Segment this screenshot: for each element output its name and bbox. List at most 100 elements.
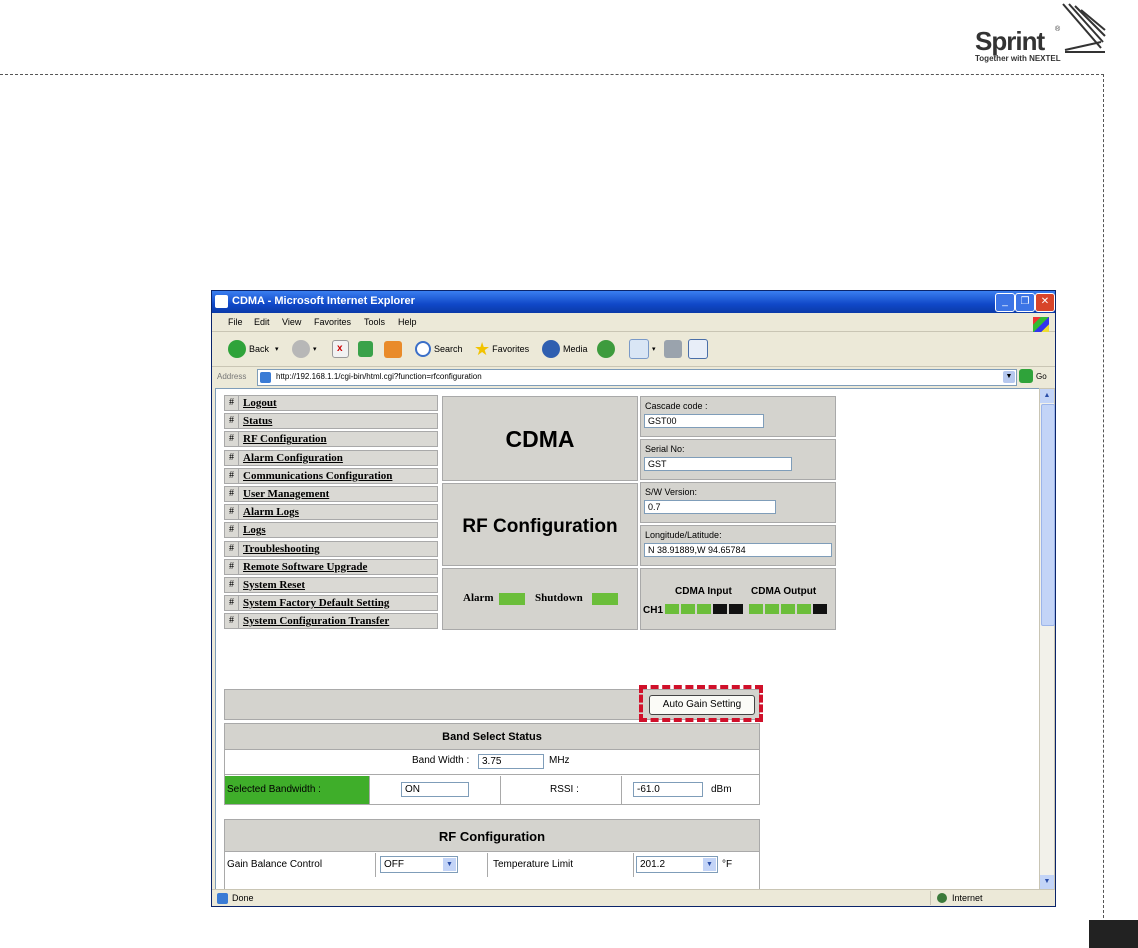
nav-item-status[interactable]: # Status	[224, 413, 438, 430]
close-button[interactable]: ✕	[1035, 293, 1055, 312]
serial-input[interactable]: GST	[644, 457, 792, 471]
mail-button[interactable]: ▾	[629, 339, 656, 359]
history-icon	[597, 340, 615, 358]
sprint-logo: Sprint ® Together with NEXTEL	[975, 2, 1110, 66]
shutdown-led	[592, 593, 618, 605]
nav-link[interactable]: Logs	[243, 524, 266, 536]
cell-divider	[633, 853, 634, 877]
go-button[interactable]: Go	[1019, 369, 1047, 383]
scroll-down-icon[interactable]: ▼	[1040, 875, 1054, 889]
nav-hash: #	[225, 523, 239, 538]
cdma-io-panel: CDMA Input CDMA Output CH1	[640, 568, 836, 630]
nav-link[interactable]: RF Configuration	[243, 433, 327, 445]
search-button[interactable]: Search	[415, 339, 463, 359]
home-button[interactable]	[384, 339, 405, 359]
stop-button[interactable]: x	[332, 339, 352, 359]
nav-link[interactable]: Logout	[243, 397, 277, 409]
band-width-unit: MHz	[549, 755, 570, 766]
nav-hash: #	[225, 432, 239, 447]
nav-item-logout[interactable]: # Logout	[224, 395, 438, 411]
auto-gain-bar: Auto Gain Setting	[224, 685, 763, 722]
nav-link[interactable]: Remote Software Upgrade	[243, 561, 367, 573]
cell-divider	[487, 853, 488, 877]
sw-version-input[interactable]: 0.7	[644, 500, 776, 514]
forward-button[interactable]: ▾	[292, 339, 317, 359]
nav-hash: #	[225, 468, 239, 483]
nav-item-config-transfer[interactable]: # System Configuration Transfer	[224, 613, 438, 630]
temperature-unit: °F	[722, 859, 733, 870]
selected-bandwidth-input[interactable]: ON	[401, 782, 469, 797]
print-button[interactable]	[664, 339, 685, 359]
nav-link[interactable]: Alarm Configuration	[243, 452, 343, 464]
page-done-icon	[217, 893, 228, 904]
gain-balance-select[interactable]: OFF ▼	[380, 856, 458, 873]
scroll-thumb[interactable]	[1041, 404, 1055, 626]
nav-item-troubleshooting[interactable]: # Troubleshooting	[224, 540, 438, 557]
nav-link[interactable]: Troubleshooting	[243, 543, 320, 555]
nav-hash: #	[225, 396, 239, 410]
nav-link[interactable]: Alarm Logs	[243, 506, 299, 518]
edit-button[interactable]	[688, 339, 711, 359]
back-button[interactable]: Back ▾	[228, 339, 279, 359]
favorites-button[interactable]: ★ Favorites	[474, 339, 529, 359]
nav-link[interactable]: User Management	[243, 488, 329, 500]
chevron-down-icon[interactable]: ▼	[703, 858, 716, 871]
forward-arrow-icon	[292, 340, 310, 358]
nav-link[interactable]: System Factory Default Setting	[243, 597, 389, 609]
nav-item-logs[interactable]: # Logs	[224, 522, 438, 539]
refresh-button[interactable]	[358, 339, 376, 359]
search-label: Search	[434, 344, 463, 354]
nav-link[interactable]: System Reset	[243, 579, 305, 591]
edit-page-icon	[688, 339, 708, 359]
menu-view[interactable]: View	[282, 317, 301, 327]
nav-hash: #	[225, 414, 239, 429]
output-led	[749, 604, 763, 615]
nav-item-remote-software-upgrade[interactable]: # Remote Software Upgrade	[224, 558, 438, 575]
cascade-input[interactable]: GST00	[644, 414, 764, 428]
vertical-scrollbar[interactable]: ▲ ▼	[1039, 388, 1055, 890]
nav-link[interactable]: System Configuration Transfer	[243, 615, 389, 627]
menu-tools[interactable]: Tools	[364, 317, 385, 327]
rf-config-table: RF Configuration Gain Balance Control OF…	[224, 819, 760, 889]
lonlat-label: Longitude/Latitude:	[645, 530, 722, 540]
address-input[interactable]: http://192.168.1.1/cgi-bin/html.cgi?func…	[257, 369, 1017, 386]
nav-item-rf-configuration[interactable]: # RF Configuration	[224, 431, 438, 448]
home-icon	[384, 340, 402, 358]
history-button[interactable]	[597, 339, 618, 359]
nav-item-alarm-configuration[interactable]: # Alarm Configuration	[224, 449, 438, 466]
nav-hash: #	[225, 577, 239, 592]
menu-edit[interactable]: Edit	[254, 317, 270, 327]
sw-version-label: S/W Version:	[645, 487, 698, 497]
brand-name: Sprint	[975, 26, 1045, 56]
minimize-button[interactable]: _	[995, 293, 1015, 312]
lonlat-input[interactable]: N 38.91889,W 94.65784	[644, 543, 832, 557]
scroll-up-icon[interactable]: ▲	[1040, 389, 1054, 403]
nav-hash: #	[225, 614, 239, 629]
nav-item-factory-default[interactable]: # System Factory Default Setting	[224, 595, 438, 612]
nav-link[interactable]: Communications Configuration	[243, 470, 392, 482]
nav-item-alarm-logs[interactable]: # Alarm Logs	[224, 504, 438, 521]
menu-file[interactable]: File	[228, 317, 243, 327]
auto-gain-setting-button[interactable]: Auto Gain Setting	[649, 695, 755, 715]
printer-icon	[664, 340, 682, 358]
address-url: http://192.168.1.1/cgi-bin/html.cgi?func…	[276, 372, 482, 381]
maximize-button[interactable]: ❐	[1015, 293, 1035, 312]
nav-item-communications-configuration[interactable]: # Communications Configuration	[224, 467, 438, 484]
menu-favorites[interactable]: Favorites	[314, 317, 351, 327]
menu-help[interactable]: Help	[398, 317, 417, 327]
nav-link[interactable]: Status	[243, 415, 272, 427]
temperature-limit-select[interactable]: 201.2 ▼	[636, 856, 718, 873]
chevron-down-icon[interactable]: ▼	[1003, 371, 1015, 383]
rssi-value-cell: -61.0 dBm	[623, 776, 759, 804]
nav-item-system-reset[interactable]: # System Reset	[224, 576, 438, 593]
media-button[interactable]: Media	[542, 339, 588, 359]
address-label: Address	[217, 372, 247, 381]
rssi-label: RSSI :	[550, 784, 579, 795]
nav-item-user-management[interactable]: # User Management	[224, 485, 438, 502]
security-zone: Internet	[930, 891, 1051, 905]
chevron-down-icon[interactable]: ▼	[443, 858, 456, 871]
rssi-input[interactable]: -61.0	[633, 782, 703, 797]
band-width-input[interactable]: 3.75	[478, 754, 544, 769]
favorites-label: Favorites	[492, 344, 530, 354]
cascade-label: Cascade code :	[645, 401, 708, 411]
